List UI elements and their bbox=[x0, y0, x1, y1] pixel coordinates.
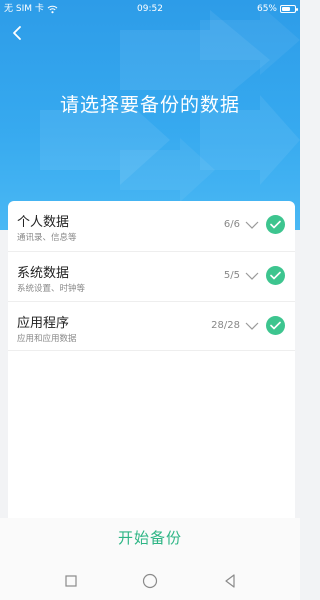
item-subtitle: 通讯录、信息等 bbox=[17, 233, 77, 243]
check-icon bbox=[270, 321, 281, 330]
item-count: 28/28 bbox=[211, 320, 240, 331]
back-icon[interactable] bbox=[221, 572, 239, 590]
list-item-personal-data[interactable]: 个人数据 通讯录、信息等 6/6 bbox=[8, 201, 295, 251]
chevron-down-icon[interactable] bbox=[245, 269, 259, 283]
start-backup-button[interactable]: 开始备份 bbox=[0, 527, 300, 551]
list-item-applications[interactable]: 应用程序 应用和应用数据 28/28 bbox=[8, 301, 295, 351]
item-title: 应用程序 bbox=[17, 316, 70, 331]
battery-percent: 65% bbox=[256, 4, 277, 14]
status-bar: 无 SIM 卡 09:52 65% bbox=[0, 0, 300, 18]
page-title: 请选择要备份的数据 bbox=[59, 94, 240, 116]
home-icon[interactable] bbox=[141, 572, 159, 590]
item-title: 个人数据 bbox=[17, 215, 70, 230]
checkbox-checked[interactable] bbox=[266, 215, 285, 234]
checkbox-checked[interactable] bbox=[266, 316, 285, 335]
item-title: 系统数据 bbox=[17, 266, 70, 281]
list-item-system-data[interactable]: 系统数据 系统设置、时钟等 5/5 bbox=[8, 251, 295, 301]
check-icon bbox=[270, 220, 281, 229]
checkbox-checked[interactable] bbox=[266, 266, 285, 285]
back-arrow-icon bbox=[13, 26, 21, 40]
recent-apps-icon[interactable] bbox=[62, 572, 80, 590]
navigation-bar bbox=[0, 562, 300, 600]
clock: 09:52 bbox=[137, 4, 163, 14]
backup-list: 个人数据 通讯录、信息等 6/6 系统数据 系统设置、时钟等 5/5 应用程序 … bbox=[8, 201, 295, 531]
item-subtitle: 系统设置、时钟等 bbox=[17, 284, 86, 294]
item-count: 6/6 bbox=[223, 219, 240, 230]
back-button[interactable] bbox=[6, 22, 28, 44]
chevron-down-icon[interactable] bbox=[245, 218, 259, 232]
battery-icon bbox=[280, 5, 298, 13]
battery-level bbox=[282, 7, 290, 11]
item-count: 5/5 bbox=[223, 270, 240, 281]
check-icon bbox=[270, 271, 281, 280]
chevron-down-icon[interactable] bbox=[245, 319, 259, 333]
item-subtitle: 应用和应用数据 bbox=[17, 334, 77, 344]
